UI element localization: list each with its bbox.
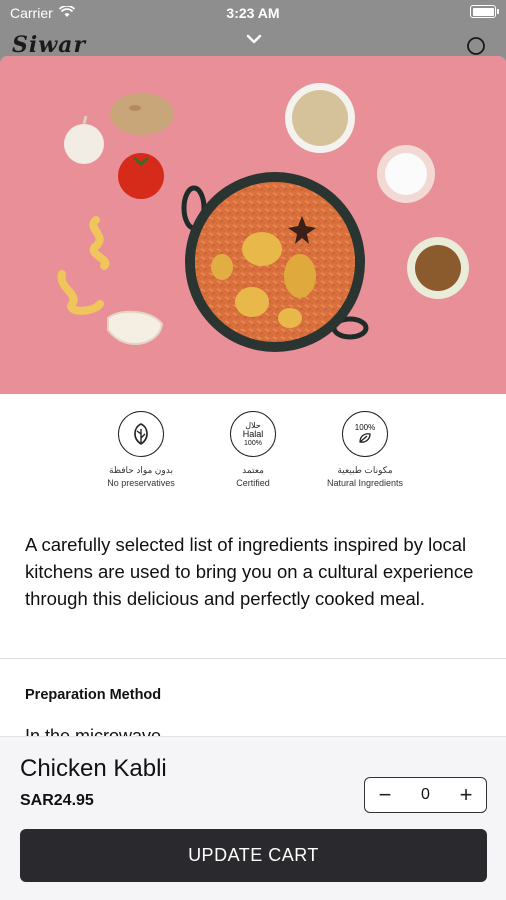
product-description: A carefully selected list of ingredients… bbox=[25, 534, 474, 609]
status-time: 3:23 AM bbox=[226, 5, 280, 21]
chevron-down-icon[interactable] bbox=[245, 30, 263, 48]
update-cart-button[interactable]: UPDATE CART bbox=[20, 829, 487, 882]
badge-arabic-label: مكونات طبيعية bbox=[337, 465, 393, 475]
badge-english-label: Natural Ingredients bbox=[326, 478, 404, 488]
natural-icon: 100% bbox=[342, 411, 388, 457]
badge-halal-certified: حلال Halal 100% معتمد Certified bbox=[210, 411, 296, 501]
cart-bar: Chicken Kabli SAR24.95 − 0 + UPDATE CART bbox=[0, 736, 506, 900]
product-image bbox=[0, 56, 506, 394]
decrement-button[interactable]: − bbox=[375, 784, 395, 806]
product-sheet: بدون مواد حافظة No preservatives حلال Ha… bbox=[0, 56, 506, 900]
quantity-stepper: − 0 + bbox=[364, 777, 487, 813]
preparation-text: In the microwave bbox=[25, 726, 162, 736]
badge-natural-ingredients: 100% مكونات طبيعية Natural Ingredients bbox=[322, 411, 408, 501]
badge-english-label: Certified bbox=[236, 478, 270, 488]
badge-english-label: No preservatives bbox=[107, 478, 175, 488]
app-logo: Siwar bbox=[12, 32, 87, 58]
status-bar: Carrier 3:23 AM bbox=[0, 0, 506, 26]
battery-icon bbox=[470, 5, 499, 18]
badge-arabic-label: بدون مواد حافظة bbox=[109, 465, 173, 475]
divider bbox=[0, 658, 506, 659]
increment-button[interactable]: + bbox=[456, 784, 476, 806]
halal-icon: حلال Halal 100% bbox=[230, 411, 276, 457]
feature-badges: بدون مواد حافظة No preservatives حلال Ha… bbox=[0, 411, 506, 501]
badge-no-preservatives: بدون مواد حافظة No preservatives bbox=[98, 411, 184, 501]
badge-arabic-label: معتمد bbox=[242, 465, 264, 475]
preparation-title: Preparation Method bbox=[25, 687, 162, 703]
product-price: SAR24.95 bbox=[20, 792, 94, 809]
product-name: Chicken Kabli bbox=[20, 755, 167, 782]
leaf-icon bbox=[118, 411, 164, 457]
quantity-value: 0 bbox=[421, 786, 430, 803]
